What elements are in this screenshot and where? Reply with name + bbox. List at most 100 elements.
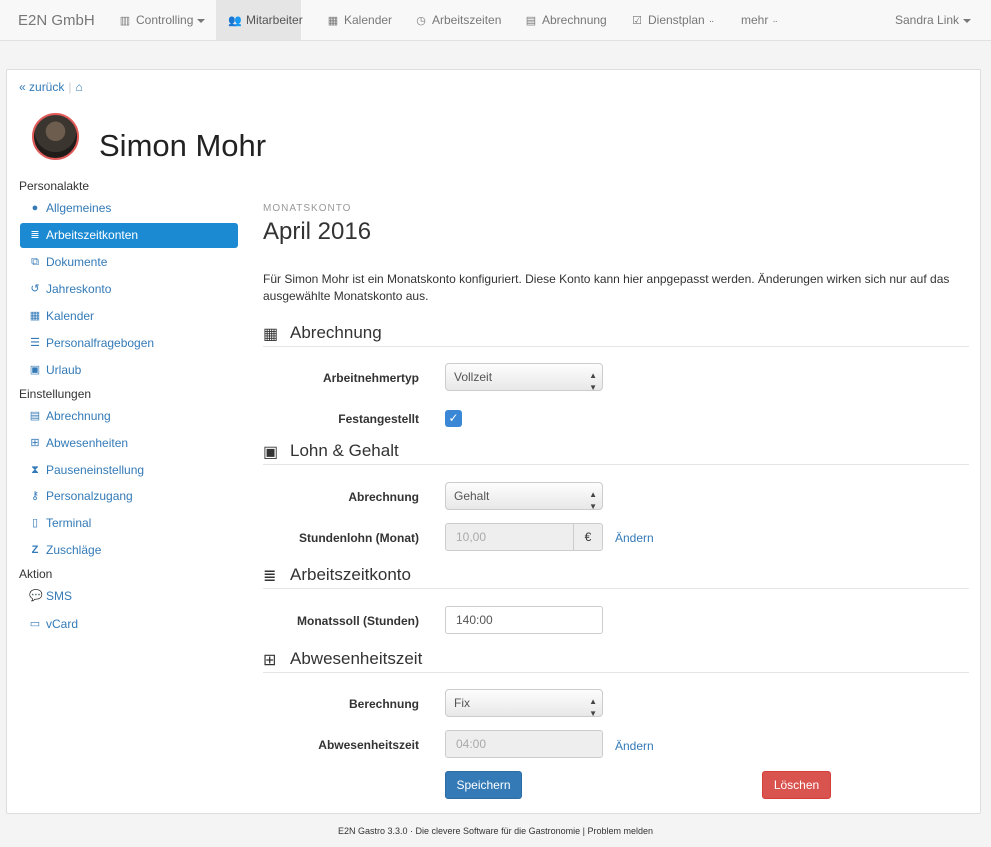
dots-icon: ·· xyxy=(708,16,715,27)
sidebar-item-label: Jahreskonto xyxy=(46,282,112,296)
sidebar-item-label: Personalzugang xyxy=(46,489,133,503)
dots-icon: ·· xyxy=(772,16,778,27)
main-panel: « zurück | ⌂ Simon Mohr Personalakte ● Allg… xyxy=(6,69,981,814)
arbeitnehmertyp-select[interactable]: Vollzeit ▲ ▼ xyxy=(445,363,603,392)
stundenlohn-change-link[interactable]: Ändern xyxy=(615,531,654,545)
sidebar-item-label: Kalender xyxy=(46,309,95,323)
berechnung-select[interactable]: Fix ▲ ▼ xyxy=(445,689,603,718)
money-icon: ▣ xyxy=(263,444,279,461)
abwesenheitszeit-change-link[interactable]: Ändern xyxy=(615,739,654,753)
arbeitnehmertyp-label: Arbeitnehmertyp xyxy=(322,371,419,385)
hourglass-icon: ⧗ xyxy=(31,464,39,476)
save-button[interactable]: Speichern xyxy=(445,771,522,799)
clock-icon: ◷ xyxy=(416,15,426,27)
z-icon: Z xyxy=(31,544,39,556)
stundenlohn-value: 10,00 xyxy=(456,530,487,544)
suitcase-icon: ▣ xyxy=(29,364,41,376)
chevron-down-icon xyxy=(963,18,972,23)
sidebar-item-label: Abrechnung xyxy=(46,409,111,423)
home-icon[interactable]: ⌂ xyxy=(75,80,82,94)
top-navbar: E2N GmbH ▥ Controlling 👥 Mitarbeiter ▦ Kale… xyxy=(0,0,991,41)
nav-dienstplan-label: Dienstplan xyxy=(648,13,705,27)
sidebar-item-label: SMS xyxy=(46,589,73,603)
user-menu[interactable]: Sandra Link xyxy=(895,0,972,40)
nav-abrechnung-label: Abrechnung xyxy=(542,13,607,27)
sidebar-item-arbeitszeitkonten[interactable]: ≣ Arbeitszeitkonten xyxy=(20,223,238,248)
delete-button[interactable]: Löschen xyxy=(762,771,831,799)
lohn-abrechnung-label: Abrechnung xyxy=(348,490,419,504)
sidebar-item-personalfragebogen[interactable]: ☰ Personalfragebogen xyxy=(20,331,238,356)
nav-mehr[interactable]: mehr ·· xyxy=(741,0,778,40)
sidebar-item-label: Personalfragebogen xyxy=(46,336,155,350)
database-icon: ≣ xyxy=(263,568,277,585)
calendar-icon: ▦ xyxy=(29,310,41,322)
sidebar-item-zuschlaege[interactable]: Z Zuschläge xyxy=(20,538,238,563)
nav-kalender[interactable]: ▦ Kalender xyxy=(326,0,392,40)
calendar-plus-icon: ⊞ xyxy=(30,437,40,449)
festangestellt-label: Festangestellt xyxy=(338,412,419,426)
sidebar-item-pauseneinstellung[interactable]: ⧗ Pauseneinstellung xyxy=(20,458,238,483)
nav-controlling-label: Controlling xyxy=(136,13,194,27)
select-arrows-icon: ▲ ▼ xyxy=(589,697,597,718)
sidebar-item-allgemeines[interactable]: ● Allgemeines xyxy=(20,196,238,221)
breadcrumb-divider: | xyxy=(68,80,72,94)
stundenlohn-label: Stundenlohn (Monat) xyxy=(299,531,419,545)
documents-icon: ⧉ xyxy=(31,256,39,268)
monatssoll-input[interactable]: 140:00 xyxy=(445,606,603,634)
sidebar-item-jahreskonto[interactable]: ↺ Jahreskonto xyxy=(20,277,238,302)
sidebar-item-label: Zuschläge xyxy=(46,543,102,557)
history-icon: ↺ xyxy=(30,283,40,295)
nav-mitarbeiter-label: Mitarbeiter xyxy=(246,13,303,27)
monatssoll-value: 140:00 xyxy=(456,613,493,627)
list-icon: ☰ xyxy=(30,337,40,349)
nav-mehr-label: mehr xyxy=(741,13,769,27)
lohn-abrechnung-select[interactable]: Gehalt ▲ ▼ xyxy=(445,482,603,511)
sidebar-item-vcard[interactable]: ▭ vCard xyxy=(20,612,238,637)
sidebar-item-abrechnung[interactable]: ▤ Abrechnung xyxy=(20,404,238,429)
tablet-icon: ▯ xyxy=(31,517,39,529)
sidebar-item-label: Pauseneinstellung xyxy=(46,463,145,477)
sidebar-heading-einstellungen: Einstellungen xyxy=(19,387,92,401)
page-title: Simon Mohr xyxy=(99,128,267,163)
berechnung-value: Fix xyxy=(454,696,470,710)
user-icon: ● xyxy=(31,202,39,214)
sidebar-heading-aktion: Aktion xyxy=(19,567,53,581)
section-lohn-gehalt: ▣ Lohn & Gehalt xyxy=(263,440,969,465)
nav-controlling[interactable]: ▥ Controlling xyxy=(118,0,206,40)
back-link[interactable]: « zurück xyxy=(19,80,64,94)
nav-mitarbeiter[interactable]: 👥 Mitarbeiter xyxy=(216,0,303,40)
nav-arbeitszeiten[interactable]: ◷ Arbeitszeiten xyxy=(414,0,501,40)
sidebar-item-label: vCard xyxy=(46,617,79,631)
user-name: Sandra Link xyxy=(895,13,960,27)
chat-icon: 💬 xyxy=(29,590,43,602)
monatssoll-label: Monatssoll (Stunden) xyxy=(297,614,419,628)
lohn-abrechnung-value: Gehalt xyxy=(454,489,490,503)
abwesenheitszeit-value: 04:00 xyxy=(456,737,487,751)
breadcrumb: « zurück | ⌂ xyxy=(19,80,83,94)
section-abwesenheitszeit: ⊞ Abwesenheitszeit xyxy=(263,648,969,673)
sidebar-item-kalender[interactable]: ▦ Kalender xyxy=(20,304,238,329)
calendar-check-icon: ☑ xyxy=(632,15,642,27)
section-arbeitszeitkonto: ≣ Arbeitszeitkonto xyxy=(263,564,969,589)
section-title: Abwesenheitszeit xyxy=(290,649,423,668)
brand-name[interactable]: E2N GmbH xyxy=(18,12,95,29)
key-icon: ⚷ xyxy=(30,490,40,502)
festangestellt-checkbox[interactable]: ✓ xyxy=(445,410,462,427)
section-eyebrow: MONATSKONTO xyxy=(263,203,352,214)
sidebar-item-urlaub[interactable]: ▣ Urlaub xyxy=(20,358,238,383)
abwesenheitszeit-input[interactable]: 04:00 xyxy=(445,730,603,758)
nav-abrechnung[interactable]: ▤ Abrechnung xyxy=(524,0,607,40)
calculator-icon: ▤ xyxy=(525,15,537,27)
sidebar-item-abwesenheiten[interactable]: ⊞ Abwesenheiten xyxy=(20,431,238,456)
section-abrechnung: ▦ Abrechnung xyxy=(263,322,969,347)
card-icon: ▭ xyxy=(29,618,41,630)
section-title: Lohn & Gehalt xyxy=(290,441,399,460)
sidebar-item-label: Terminal xyxy=(46,516,92,530)
sidebar-item-sms[interactable]: 💬 SMS xyxy=(20,584,238,609)
select-arrows-icon: ▲ ▼ xyxy=(589,371,597,392)
stundenlohn-input[interactable]: 10,00 xyxy=(445,523,574,551)
sidebar-item-personalzugang[interactable]: ⚷ Personalzugang xyxy=(20,484,238,509)
sidebar-item-dokumente[interactable]: ⧉ Dokumente xyxy=(20,250,238,275)
sidebar-item-terminal[interactable]: ▯ Terminal xyxy=(20,511,238,536)
nav-dienstplan[interactable]: ☑ Dienstplan ·· xyxy=(630,0,715,40)
